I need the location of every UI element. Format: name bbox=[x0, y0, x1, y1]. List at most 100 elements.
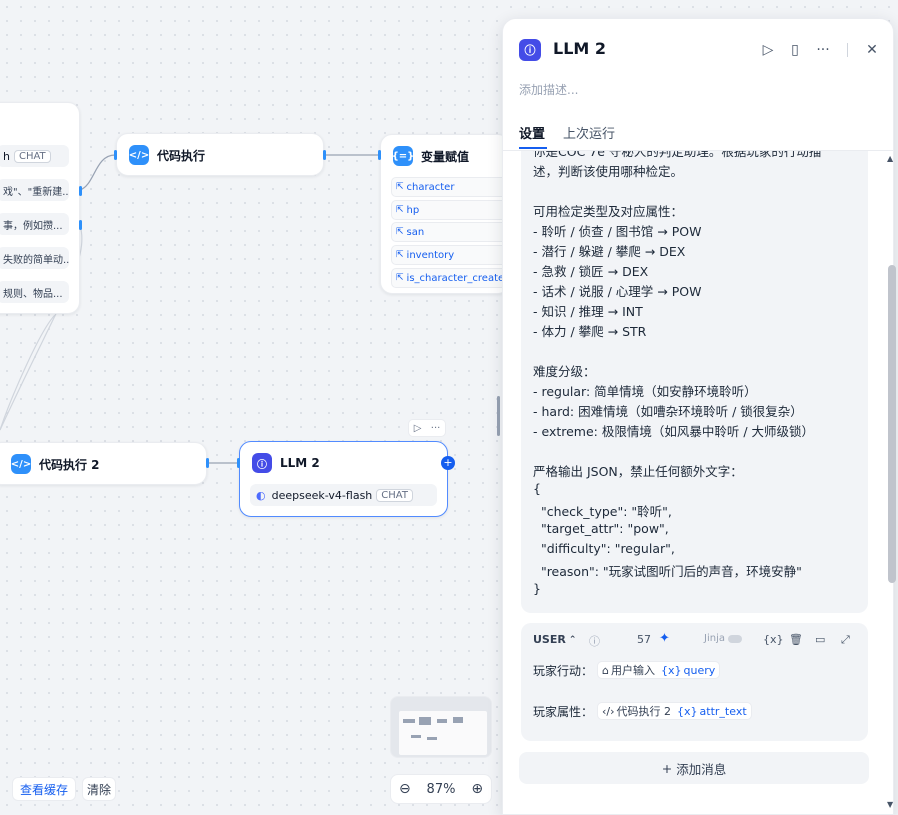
prompt-line: - regular: 简单情境（如安静环境聆听） bbox=[533, 384, 757, 399]
toggle-switch[interactable] bbox=[727, 634, 742, 643]
zoom-out-icon[interactable]: ⊖ bbox=[399, 781, 411, 797]
book-icon[interactable]: ▯ bbox=[784, 39, 806, 61]
class-row: 失败的简单动... bbox=[0, 247, 69, 269]
description-input[interactable]: 添加描述... bbox=[519, 81, 578, 98]
tab-last-run[interactable]: 上次运行 bbox=[563, 123, 615, 142]
zoom-in-icon[interactable]: ⊕ bbox=[471, 781, 483, 797]
assign-var-row: ⇱ is_character_create bbox=[391, 268, 509, 288]
prompt-line: - hard: 困难情境（如嘈杂环境聆听 / 锁很复杂） bbox=[533, 404, 803, 419]
run-icon[interactable]: ▷ bbox=[414, 423, 422, 434]
assign-icon: {=} bbox=[392, 146, 414, 166]
help-icon[interactable]: ⓘ bbox=[589, 633, 600, 649]
prompt-line: 述，判断该使用哪种检定。 bbox=[533, 164, 684, 179]
minimap[interactable] bbox=[390, 696, 492, 758]
prompt-line: - 体力 / 攀爬 → STR bbox=[533, 324, 647, 339]
tab-settings[interactable]: 设置 bbox=[519, 123, 545, 142]
prompt-line: 严格输出 JSON，禁止任何额外文字： bbox=[533, 464, 743, 479]
variable-assign-node[interactable]: {=} 变量赋值 ⇱ character ⇱ hp ⇱ san ⇱ inventory … bbox=[380, 134, 510, 294]
left-llm-node[interactable]: h CHAT 戏"、"重新建... 事，例如攒... 失败的简单动... 规则、… bbox=[0, 102, 80, 314]
add-node-icon[interactable]: + bbox=[441, 456, 455, 470]
code-node-1[interactable]: </> 代码执行 bbox=[116, 133, 324, 176]
home-icon: ⌂ bbox=[602, 663, 609, 677]
assign-var-row: ⇱ inventory bbox=[391, 245, 509, 265]
panel-resize-handle[interactable] bbox=[497, 396, 500, 436]
add-message-button[interactable]: + 添加消息 bbox=[519, 752, 869, 784]
sparkle-icon[interactable]: ✦ bbox=[659, 631, 670, 646]
input-port[interactable] bbox=[114, 150, 117, 160]
minimap-node bbox=[427, 737, 437, 740]
node-title: 变量赋值 bbox=[421, 149, 470, 164]
clipboard-icon[interactable]: ▭ bbox=[815, 633, 825, 646]
system-prompt-editor[interactable]: 你是COC 7e 守秘人的判定助理。根据玩家的行动描 述，判断该使用哪种检定。 可用… bbox=[521, 151, 868, 613]
minimap-node bbox=[419, 717, 431, 725]
prompt-line: "check_type": "聆听", bbox=[533, 504, 672, 519]
code-icon: </> bbox=[129, 145, 149, 165]
chat-tag: CHAT bbox=[376, 488, 413, 502]
user-message-block[interactable]: USER ⌃ ⓘ 57 ✦ Jinja {x} 🗑 ▭ ⤢ 玩家行动： ⌂ 用户输… bbox=[521, 623, 868, 741]
prompt-line: - extreme: 极限情境（如风暴中聆听 / 大师级锁） bbox=[533, 424, 815, 439]
prompt-line: 难度分级： bbox=[533, 364, 596, 379]
output-port[interactable] bbox=[206, 458, 209, 468]
panel-title[interactable]: LLM 2 bbox=[553, 39, 606, 58]
user-line-1: 玩家行动： ⌂ 用户输入 {x} query bbox=[533, 661, 721, 679]
model-name: h bbox=[3, 149, 10, 163]
model-row: h CHAT bbox=[0, 145, 69, 167]
variable-chip[interactable]: ‹/› 代码执行 2 {x} attr_text bbox=[597, 702, 752, 720]
node-config-panel: ⓘ LLM 2 ▷ ▯ ··· ✕ 添加描述... 设置 上次运行 你是COC … bbox=[502, 18, 894, 815]
active-tab-indicator bbox=[519, 147, 547, 149]
code-icon: ‹/› bbox=[602, 704, 615, 718]
code-node-2[interactable]: </> 代码执行 2 bbox=[0, 442, 207, 485]
expand-icon[interactable]: ⤢ bbox=[841, 633, 850, 647]
prompt-line: - 知识 / 推理 → INT bbox=[533, 304, 643, 319]
variable-icon: ⇱ bbox=[396, 250, 404, 260]
jinja-toggle[interactable]: Jinja bbox=[704, 633, 742, 644]
prompt-line: } bbox=[533, 581, 541, 596]
close-icon[interactable]: ✕ bbox=[861, 39, 883, 61]
token-count: 57 bbox=[637, 633, 651, 646]
llm-icon: ⓘ bbox=[519, 39, 541, 61]
toolbar-divider bbox=[847, 43, 848, 57]
node-title: LLM 2 bbox=[280, 456, 320, 470]
prompt-line: "reason": "玩家试图听门后的声音，环境安静" bbox=[533, 564, 802, 579]
minimap-node bbox=[437, 719, 447, 723]
variable-icon: ⇱ bbox=[396, 182, 404, 192]
minimap-viewport[interactable] bbox=[399, 711, 487, 755]
prompt-line: - 聆听 / 侦查 / 图书馆 → POW bbox=[533, 224, 702, 239]
output-port[interactable] bbox=[323, 150, 326, 160]
variable-chip[interactable]: ⌂ 用户输入 {x} query bbox=[597, 661, 721, 679]
chat-tag: CHAT bbox=[13, 149, 51, 163]
input-port[interactable] bbox=[378, 150, 381, 160]
llm-2-node[interactable]: ⓘ LLM 2 ◐ deepseek-v4-flash CHAT bbox=[239, 441, 448, 517]
assign-var-row: ⇱ san bbox=[391, 222, 509, 242]
chevron-updown-icon: ⌃ bbox=[568, 634, 577, 645]
view-cache-button[interactable]: 查看缓存 bbox=[12, 777, 76, 801]
more-icon[interactable]: ··· bbox=[431, 423, 441, 434]
zoom-controls: ⊖ 87% ⊕ bbox=[390, 774, 492, 804]
trash-icon[interactable]: 🗑 bbox=[789, 633, 803, 646]
node-toolbar: ▷ ··· bbox=[408, 419, 446, 437]
variable-icon[interactable]: {x} bbox=[763, 633, 784, 646]
llm-icon: ⓘ bbox=[252, 453, 272, 473]
run-icon[interactable]: ▷ bbox=[757, 39, 779, 61]
scroll-down-icon[interactable]: ▼ bbox=[887, 800, 893, 809]
node-title: 代码执行 bbox=[157, 148, 206, 163]
input-port[interactable] bbox=[237, 458, 240, 468]
panel-scrollbar[interactable] bbox=[888, 265, 896, 583]
zoom-level[interactable]: 87% bbox=[427, 782, 456, 797]
output-port[interactable] bbox=[79, 220, 82, 230]
more-icon[interactable]: ··· bbox=[812, 39, 834, 61]
assign-var-row: ⇱ character bbox=[391, 177, 509, 197]
prompt-line: "difficulty": "regular", bbox=[533, 541, 675, 556]
output-port[interactable] bbox=[79, 186, 82, 196]
variable-icon: ⇱ bbox=[396, 273, 404, 283]
variable-icon: ⇱ bbox=[396, 205, 404, 215]
class-row: 事，例如攒... bbox=[0, 213, 69, 235]
prompt-line: - 潜行 / 躲避 / 攀爬 → DEX bbox=[533, 244, 686, 259]
role-selector[interactable]: USER ⌃ bbox=[533, 633, 576, 646]
node-title: 代码执行 2 bbox=[39, 457, 100, 472]
minimap-node bbox=[453, 717, 463, 723]
scroll-up-icon[interactable]: ▲ bbox=[887, 154, 893, 163]
prompt-line: "target_attr": "pow", bbox=[533, 521, 669, 536]
clear-button[interactable]: 清除 bbox=[82, 777, 116, 801]
minimap-node bbox=[403, 719, 415, 723]
